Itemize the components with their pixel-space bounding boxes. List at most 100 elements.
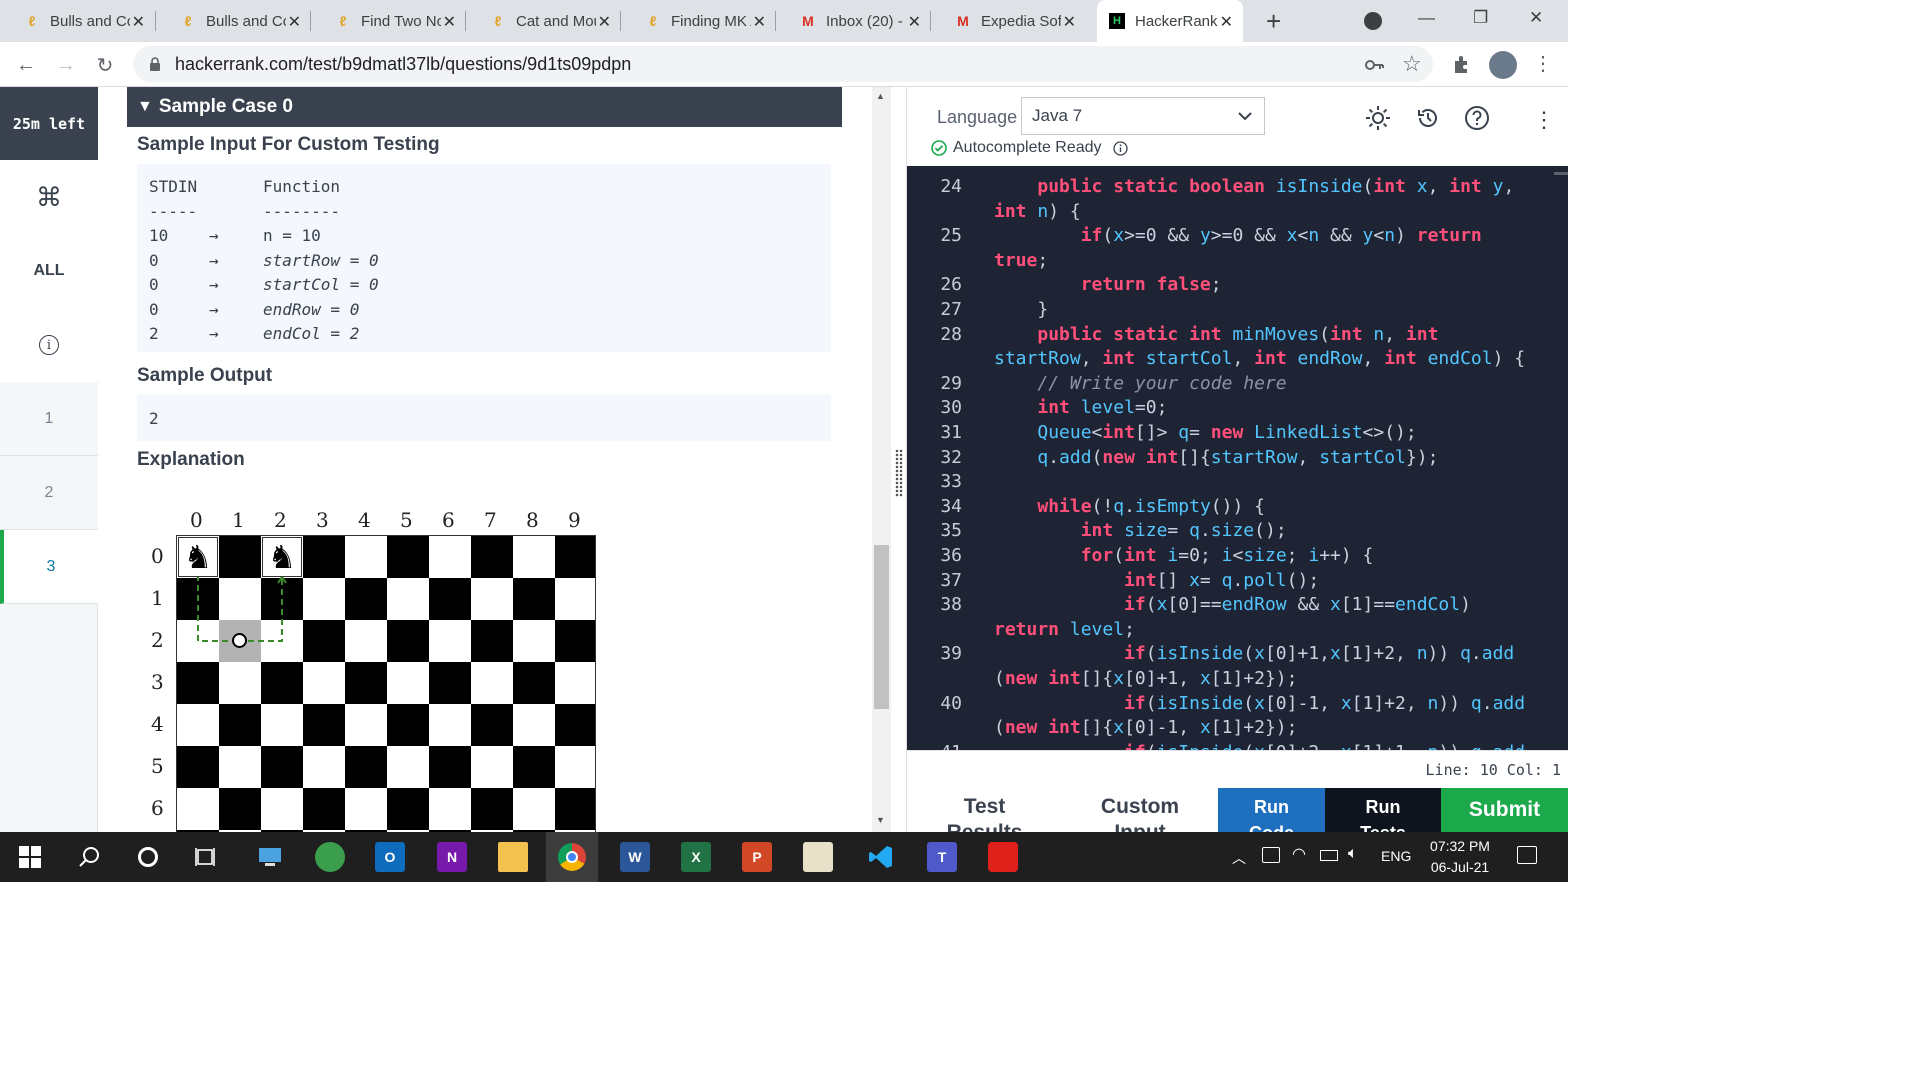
tray-app-icon[interactable] (1262, 847, 1280, 863)
browser-tab[interactable]: ℓ Find Two Non-overlapping✕ (311, 0, 466, 42)
language-indicator[interactable]: ENG (1381, 848, 1411, 864)
close-window-icon[interactable]: ✕ (1529, 8, 1543, 28)
code-line[interactable]: if(x>=0 && y>=0 && x<n && y<n) return (994, 225, 1482, 246)
vscode-icon[interactable] (866, 842, 896, 872)
submit-button[interactable]: Submit (1441, 788, 1568, 832)
code-line[interactable]: while(!q.isEmpty()) { (994, 496, 1265, 517)
close-tab-icon[interactable]: ✕ (598, 12, 611, 32)
tab-search-icon[interactable] (1364, 12, 1382, 30)
outlook-icon[interactable]: O (375, 842, 405, 872)
sample-case-header[interactable]: ▼ Sample Case 0 (127, 87, 842, 127)
extensions-icon[interactable] (1452, 54, 1472, 74)
code-line[interactable]: public static int minMoves(int n, int (994, 324, 1438, 345)
key-icon[interactable] (1364, 56, 1384, 74)
code-line[interactable]: int[] x= q.poll(); (994, 570, 1319, 591)
question-scrollbar[interactable]: ▲ ▼ (872, 87, 891, 832)
network-pc-icon[interactable] (255, 842, 285, 872)
browser-tab[interactable]: ℓ Cat and Mouse✕ (466, 0, 621, 42)
code-line[interactable]: if(isInside(x[0]+2, x[1]+1, n)) q.add (994, 742, 1525, 750)
sidebar-item-command-icon[interactable]: ⌘ (0, 160, 98, 234)
star-icon[interactable]: ☆ (1402, 51, 1422, 77)
close-tab-icon[interactable]: ✕ (132, 12, 145, 32)
task-view-icon[interactable] (190, 842, 220, 872)
code-line[interactable]: startRow, int startCol, int endRow, int … (994, 348, 1525, 369)
chrome-menu-icon[interactable]: ⋮ (1533, 51, 1553, 76)
code-line[interactable]: return level; (994, 619, 1135, 640)
battery-icon[interactable] (1320, 850, 1338, 861)
code-line[interactable]: int level=0; (994, 397, 1167, 418)
browser-tab[interactable]: M Inbox (20) - ✕ (776, 0, 931, 42)
tray-chevron-icon[interactable]: ︿ (1232, 848, 1246, 868)
code-line[interactable]: public static boolean isInside(int x, in… (994, 176, 1514, 197)
browser-tab[interactable]: H HackerRank ✕ (1097, 0, 1243, 42)
chrome-icon[interactable] (546, 832, 598, 882)
code-line[interactable]: if(x[0]==endRow && x[1]==endCol) (994, 594, 1471, 615)
back-icon[interactable]: ← (12, 51, 40, 79)
browser-tab[interactable]: ℓ Bulls and Cows✕ (156, 0, 311, 42)
code-line[interactable]: if(isInside(x[0]+1,x[1]+2, n)) q.add (994, 643, 1514, 664)
excel-icon[interactable]: X (681, 842, 711, 872)
close-tab-icon[interactable]: ✕ (1063, 12, 1076, 32)
file-explorer-icon[interactable] (498, 842, 528, 872)
search-icon[interactable] (75, 842, 105, 872)
sidebar-item-info-icon[interactable]: i (0, 308, 98, 382)
reload-icon[interactable]: ↻ (91, 51, 119, 79)
code-line[interactable]: (new int[]{x[0]-1, x[1]+2}); (994, 717, 1297, 738)
minimize-icon[interactable]: — (1418, 8, 1435, 28)
code-line[interactable]: return false; (994, 274, 1222, 295)
code-line[interactable]: if(isInside(x[0]-1, x[1]+2, n)) q.add (994, 693, 1525, 714)
theme-sun-icon[interactable] (1365, 105, 1391, 131)
drag-handle-icon[interactable] (895, 449, 903, 497)
scrollbar-thumb[interactable] (874, 545, 889, 709)
close-tab-icon[interactable]: ✕ (1220, 12, 1233, 32)
scroll-down-icon[interactable]: ▼ (876, 815, 885, 825)
custom-input-tab[interactable]: Custom Input (1062, 788, 1218, 832)
browser-tab[interactable]: ℓ Finding MK Average✕ (621, 0, 776, 42)
onenote-icon[interactable]: N (437, 842, 467, 872)
code-line[interactable]: int size= q.size(); (994, 520, 1287, 541)
sidebar-item-question-1[interactable]: 1 (0, 382, 98, 456)
powerpoint-icon[interactable]: P (742, 842, 772, 872)
history-icon[interactable] (1416, 106, 1440, 130)
code-line[interactable]: true; (994, 250, 1048, 271)
forward-icon[interactable]: → (52, 51, 80, 79)
clock-date[interactable]: 06-Jul-21 (1425, 859, 1495, 875)
close-tab-icon[interactable]: ✕ (908, 12, 921, 32)
sidebar-item-all[interactable]: ALL (0, 234, 98, 308)
teams-icon[interactable]: T (927, 842, 957, 872)
windows-start-icon[interactable] (15, 842, 45, 872)
clock-time[interactable]: 07:32 PM (1425, 838, 1495, 854)
code-editor[interactable]: 24 public static boolean isInside(int x,… (907, 166, 1568, 750)
run-tests-button[interactable]: Run Tests (1325, 788, 1441, 832)
close-tab-icon[interactable]: ✕ (753, 12, 766, 32)
more-options-icon[interactable]: ⋮ (1533, 107, 1555, 133)
scroll-up-icon[interactable]: ▲ (876, 91, 885, 101)
omnibox[interactable]: hackerrank.com/test/b9dmatl37lb/question… (133, 46, 1433, 82)
word-icon[interactable]: W (620, 842, 650, 872)
cortana-icon[interactable] (133, 842, 163, 872)
code-line[interactable]: (new int[]{x[0]+1, x[1]+2}); (994, 668, 1297, 689)
code-line[interactable]: for(int i=0; i<size; i++) { (994, 545, 1374, 566)
run-code-button[interactable]: Run Code (1218, 788, 1325, 832)
acrobat-icon[interactable] (988, 842, 1018, 872)
help-icon[interactable] (1464, 105, 1490, 131)
code-line[interactable]: q.add(new int[]{startRow, startCol}); (994, 447, 1438, 468)
browser-tab[interactable]: M Expedia Software✕ (931, 0, 1086, 42)
paint-icon[interactable] (803, 842, 833, 872)
wifi-icon[interactable]: ◠ (1292, 844, 1306, 864)
close-tab-icon[interactable]: ✕ (288, 12, 301, 32)
volume-icon[interactable]: 🔈︎ (1348, 845, 1358, 863)
notifications-icon[interactable] (1517, 846, 1537, 864)
sidebar-item-question-2[interactable]: 2 (0, 456, 98, 530)
code-line[interactable]: } (994, 299, 1048, 320)
code-line[interactable]: Queue<int[]> q= new LinkedList<>(); (994, 422, 1416, 443)
code-line[interactable]: // Write your code here (994, 373, 1286, 394)
close-tab-icon[interactable]: ✕ (443, 12, 456, 32)
info-icon[interactable] (1113, 141, 1128, 156)
pane-divider[interactable] (891, 87, 907, 832)
test-results-tab[interactable]: Test Results (907, 788, 1062, 832)
language-select[interactable]: Java 7 (1021, 97, 1265, 135)
avatar[interactable] (1489, 51, 1517, 79)
browser-tab[interactable]: ℓ Bulls and Cows✕ (0, 0, 155, 42)
new-tab-button[interactable]: + (1266, 6, 1281, 37)
